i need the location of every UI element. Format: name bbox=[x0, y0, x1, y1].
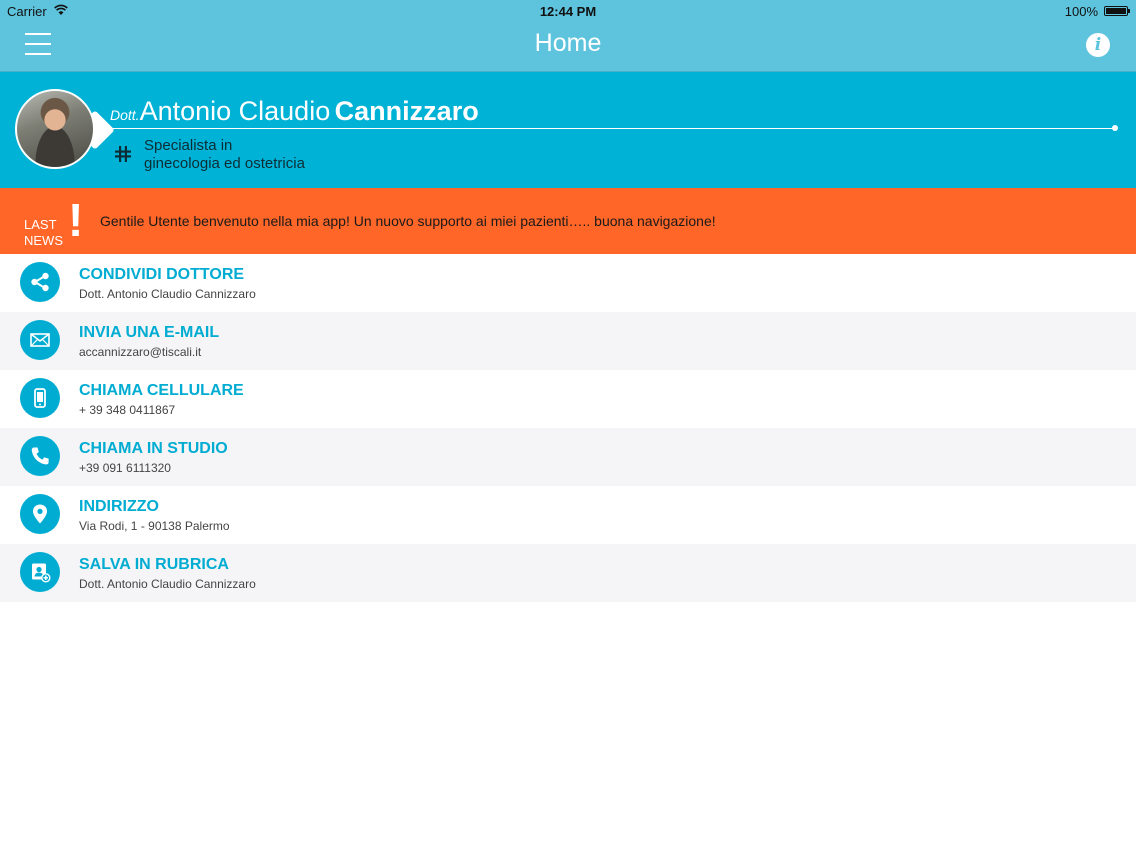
list-item-title: CONDIVIDI DOTTORE bbox=[79, 266, 245, 283]
list-item-title: INVIA UNA E-MAIL bbox=[79, 324, 220, 341]
navigation-bar: Carrier 12:44 PM 100% Home i bbox=[0, 0, 1136, 72]
list-item-title: INDIRIZZO bbox=[79, 498, 159, 515]
list-item-save-contact[interactable]: SALVA IN RUBRICA Dott. Antonio Claudio C… bbox=[0, 544, 1136, 602]
list-item-title: CHIAMA IN STUDIO bbox=[79, 440, 228, 457]
battery-percentage: 100% bbox=[1064, 4, 1098, 19]
list-item-share-doctor[interactable]: CONDIVIDI DOTTORE Dott. Antonio Claudio … bbox=[0, 254, 1136, 312]
avatar bbox=[15, 89, 95, 169]
list-item-subtitle: +39 091 6111320 bbox=[79, 461, 171, 475]
list-item-subtitle: + 39 348 0411867 bbox=[79, 403, 176, 417]
news-text: Gentile Utente benvenuto nella mia app! … bbox=[100, 213, 716, 229]
header-divider-dot bbox=[1112, 125, 1118, 131]
list-item-subtitle: Via Rodi, 1 - 90138 Palermo bbox=[79, 519, 230, 533]
list-item-title: CHIAMA CELLULARE bbox=[79, 382, 244, 399]
doctor-first-names: Antonio Claudio bbox=[139, 96, 331, 126]
list-item-subtitle: accannizzaro@tiscali.it bbox=[79, 345, 202, 359]
page-title: Home bbox=[534, 29, 602, 57]
list-item-send-email[interactable]: INVIA UNA E-MAIL accannizzaro@tiscali.it bbox=[0, 312, 1136, 370]
list-item-title: SALVA IN RUBRICA bbox=[79, 556, 229, 573]
doctor-specialty: Specialista in ginecologia ed ostetricia bbox=[144, 137, 305, 173]
doctor-last-name: Cannizzaro bbox=[334, 96, 479, 126]
action-list: CONDIVIDI DOTTORE Dott. Antonio Claudio … bbox=[0, 254, 1136, 602]
last-news-label-line-2: NEWS bbox=[24, 233, 63, 248]
info-icon[interactable]: i bbox=[1086, 33, 1110, 57]
list-item-call-office[interactable]: CHIAMA IN STUDIO +39 091 6111320 bbox=[0, 428, 1136, 486]
specialty-line-1: Specialista in bbox=[144, 137, 233, 154]
status-bar: Carrier 12:44 PM 100% bbox=[0, 0, 1136, 22]
avatar-container bbox=[15, 89, 115, 173]
last-news-label: LAST NEWS bbox=[24, 217, 63, 249]
add-contact-icon bbox=[20, 552, 60, 592]
medical-cross-icon bbox=[115, 146, 131, 162]
map-pin-icon bbox=[20, 494, 60, 534]
list-item-subtitle: Dott. Antonio Claudio Cannizzaro bbox=[79, 577, 256, 591]
battery-icon bbox=[1104, 6, 1130, 16]
status-time: 12:44 PM bbox=[539, 4, 597, 19]
exclamation-icon: ! bbox=[68, 194, 84, 246]
phone-icon bbox=[20, 436, 60, 476]
last-news-label-line-1: LAST bbox=[24, 217, 57, 232]
mobile-phone-icon bbox=[20, 378, 60, 418]
doctor-name: Dott.Antonio Claudio Cannizzaro bbox=[110, 96, 479, 127]
list-item-call-mobile[interactable]: CHIAMA CELLULARE + 39 348 0411867 bbox=[0, 370, 1136, 428]
envelope-icon bbox=[20, 320, 60, 360]
list-item-address[interactable]: INDIRIZZO Via Rodi, 1 - 90138 Palermo bbox=[0, 486, 1136, 544]
share-icon bbox=[20, 262, 60, 302]
specialty-line-2: ginecologia ed ostetricia bbox=[144, 155, 305, 172]
header-divider bbox=[104, 128, 1116, 129]
last-news-banner[interactable]: LAST NEWS ! Gentile Utente benvenuto nel… bbox=[0, 188, 1136, 254]
doctor-header: Dott.Antonio Claudio Cannizzaro Speciali… bbox=[0, 72, 1136, 188]
doctor-title-prefix: Dott. bbox=[110, 107, 140, 123]
list-item-subtitle: Dott. Antonio Claudio Cannizzaro bbox=[79, 287, 256, 301]
